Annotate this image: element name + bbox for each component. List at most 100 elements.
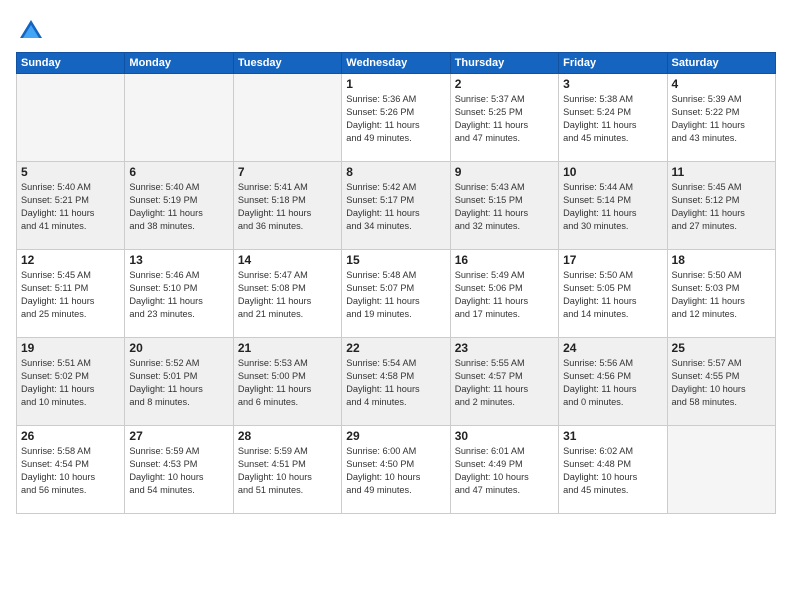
day-info: Sunrise: 5:36 AMSunset: 5:26 PMDaylight:… bbox=[346, 93, 445, 145]
day-number: 3 bbox=[563, 77, 662, 91]
day-number: 21 bbox=[238, 341, 337, 355]
day-number: 6 bbox=[129, 165, 228, 179]
calendar-week-1: 1 Sunrise: 5:36 AMSunset: 5:26 PMDaylight… bbox=[17, 74, 776, 162]
calendar-cell: 27 Sunrise: 5:59 AMSunset: 4:53 PMDayligh… bbox=[125, 426, 233, 514]
calendar-cell: 8Sunrise: 5:42 AMSunset: 5:17 PMDaylight… bbox=[342, 162, 450, 250]
day-info: Sunrise: 5:57 AMSunset: 4:55 PMDaylight:… bbox=[672, 357, 771, 409]
logo bbox=[16, 16, 50, 46]
calendar-cell: 24 Sunrise: 5:56 AMSunset: 4:56 PMDayligh… bbox=[559, 338, 667, 426]
calendar-cell: 25 Sunrise: 5:57 AMSunset: 4:55 PMDayligh… bbox=[667, 338, 775, 426]
calendar-cell: 31Sunrise: 6:02 AMSunset: 4:48 PMDayligh… bbox=[559, 426, 667, 514]
day-info: Sunrise: 5:55 AMSunset: 4:57 PMDaylight:… bbox=[455, 357, 554, 409]
day-number: 27 bbox=[129, 429, 228, 443]
day-number: 2 bbox=[455, 77, 554, 91]
day-number: 5 bbox=[21, 165, 120, 179]
day-info: Sunrise: 5:40 AMSunset: 5:19 PMDaylight:… bbox=[129, 181, 228, 233]
calendar-cell: 12Sunrise: 5:45 AMSunset: 5:11 PMDayligh… bbox=[17, 250, 125, 338]
calendar-week-5: 26 Sunrise: 5:58 AMSunset: 4:54 PMDayligh… bbox=[17, 426, 776, 514]
calendar-cell: 20Sunrise: 5:52 AMSunset: 5:01 PMDayligh… bbox=[125, 338, 233, 426]
calendar-cell: 6 Sunrise: 5:40 AMSunset: 5:19 PMDaylight… bbox=[125, 162, 233, 250]
calendar-cell bbox=[667, 426, 775, 514]
day-info: Sunrise: 5:45 AMSunset: 5:12 PMDaylight:… bbox=[672, 181, 771, 233]
calendar-cell: 18 Sunrise: 5:50 AMSunset: 5:03 PMDayligh… bbox=[667, 250, 775, 338]
calendar-cell bbox=[17, 74, 125, 162]
calendar-cell: 3 Sunrise: 5:38 AMSunset: 5:24 PMDaylight… bbox=[559, 74, 667, 162]
calendar-cell: 15 Sunrise: 5:48 AMSunset: 5:07 PMDayligh… bbox=[342, 250, 450, 338]
calendar-cell: 2 Sunrise: 5:37 AMSunset: 5:25 PMDaylight… bbox=[450, 74, 558, 162]
calendar-cell: 16 Sunrise: 5:49 AMSunset: 5:06 PMDayligh… bbox=[450, 250, 558, 338]
calendar-header-saturday: Saturday bbox=[667, 53, 775, 74]
calendar-header-sunday: Sunday bbox=[17, 53, 125, 74]
calendar-cell: 10 Sunrise: 5:44 AMSunset: 5:14 PMDayligh… bbox=[559, 162, 667, 250]
day-info: Sunrise: 5:37 AMSunset: 5:25 PMDaylight:… bbox=[455, 93, 554, 145]
calendar-header-friday: Friday bbox=[559, 53, 667, 74]
calendar-cell: 22 Sunrise: 5:54 AMSunset: 4:58 PMDayligh… bbox=[342, 338, 450, 426]
calendar-header-row: SundayMondayTuesdayWednesdayThursdayFrid… bbox=[17, 53, 776, 74]
day-info: Sunrise: 5:56 AMSunset: 4:56 PMDaylight:… bbox=[563, 357, 662, 409]
day-info: Sunrise: 5:46 AMSunset: 5:10 PMDaylight:… bbox=[129, 269, 228, 321]
calendar-cell: 13 Sunrise: 5:46 AMSunset: 5:10 PMDayligh… bbox=[125, 250, 233, 338]
day-info: Sunrise: 5:45 AMSunset: 5:11 PMDaylight:… bbox=[21, 269, 120, 321]
calendar-cell: 4 Sunrise: 5:39 AMSunset: 5:22 PMDaylight… bbox=[667, 74, 775, 162]
day-number: 15 bbox=[346, 253, 445, 267]
day-info: Sunrise: 6:01 AMSunset: 4:49 PMDaylight:… bbox=[455, 445, 554, 497]
day-number: 19 bbox=[21, 341, 120, 355]
calendar-week-2: 5 Sunrise: 5:40 AMSunset: 5:21 PMDaylight… bbox=[17, 162, 776, 250]
day-number: 17 bbox=[563, 253, 662, 267]
calendar-cell: 30 Sunrise: 6:01 AMSunset: 4:49 PMDayligh… bbox=[450, 426, 558, 514]
calendar-cell: 28Sunrise: 5:59 AMSunset: 4:51 PMDayligh… bbox=[233, 426, 341, 514]
day-info: Sunrise: 5:41 AMSunset: 5:18 PMDaylight:… bbox=[238, 181, 337, 233]
day-number: 22 bbox=[346, 341, 445, 355]
calendar-cell: 9 Sunrise: 5:43 AMSunset: 5:15 PMDaylight… bbox=[450, 162, 558, 250]
calendar-cell: 21Sunrise: 5:53 AMSunset: 5:00 PMDayligh… bbox=[233, 338, 341, 426]
page-container: SundayMondayTuesdayWednesdayThursdayFrid… bbox=[0, 0, 792, 612]
calendar-cell: 19Sunrise: 5:51 AMSunset: 5:02 PMDayligh… bbox=[17, 338, 125, 426]
day-info: Sunrise: 5:39 AMSunset: 5:22 PMDaylight:… bbox=[672, 93, 771, 145]
day-number: 14 bbox=[238, 253, 337, 267]
day-info: Sunrise: 5:43 AMSunset: 5:15 PMDaylight:… bbox=[455, 181, 554, 233]
day-number: 28 bbox=[238, 429, 337, 443]
day-number: 26 bbox=[21, 429, 120, 443]
calendar-header-wednesday: Wednesday bbox=[342, 53, 450, 74]
day-number: 16 bbox=[455, 253, 554, 267]
calendar-cell bbox=[233, 74, 341, 162]
day-number: 11 bbox=[672, 165, 771, 179]
calendar-cell: 11 Sunrise: 5:45 AMSunset: 5:12 PMDayligh… bbox=[667, 162, 775, 250]
day-number: 25 bbox=[672, 341, 771, 355]
day-info: Sunrise: 5:54 AMSunset: 4:58 PMDaylight:… bbox=[346, 357, 445, 409]
header bbox=[16, 16, 776, 46]
day-info: Sunrise: 5:59 AMSunset: 4:53 PMDaylight:… bbox=[129, 445, 228, 497]
day-number: 9 bbox=[455, 165, 554, 179]
day-info: Sunrise: 5:38 AMSunset: 5:24 PMDaylight:… bbox=[563, 93, 662, 145]
calendar-week-4: 19Sunrise: 5:51 AMSunset: 5:02 PMDayligh… bbox=[17, 338, 776, 426]
calendar: SundayMondayTuesdayWednesdayThursdayFrid… bbox=[16, 52, 776, 514]
calendar-cell bbox=[125, 74, 233, 162]
day-info: Sunrise: 5:58 AMSunset: 4:54 PMDaylight:… bbox=[21, 445, 120, 497]
calendar-cell: 29Sunrise: 6:00 AMSunset: 4:50 PMDayligh… bbox=[342, 426, 450, 514]
day-info: Sunrise: 5:50 AMSunset: 5:03 PMDaylight:… bbox=[672, 269, 771, 321]
day-number: 30 bbox=[455, 429, 554, 443]
day-info: Sunrise: 5:44 AMSunset: 5:14 PMDaylight:… bbox=[563, 181, 662, 233]
calendar-header-tuesday: Tuesday bbox=[233, 53, 341, 74]
day-info: Sunrise: 5:50 AMSunset: 5:05 PMDaylight:… bbox=[563, 269, 662, 321]
logo-icon bbox=[16, 16, 46, 46]
calendar-header-monday: Monday bbox=[125, 53, 233, 74]
day-number: 4 bbox=[672, 77, 771, 91]
day-info: Sunrise: 5:49 AMSunset: 5:06 PMDaylight:… bbox=[455, 269, 554, 321]
day-number: 23 bbox=[455, 341, 554, 355]
day-number: 24 bbox=[563, 341, 662, 355]
day-number: 10 bbox=[563, 165, 662, 179]
day-number: 20 bbox=[129, 341, 228, 355]
day-info: Sunrise: 5:47 AMSunset: 5:08 PMDaylight:… bbox=[238, 269, 337, 321]
day-info: Sunrise: 5:48 AMSunset: 5:07 PMDaylight:… bbox=[346, 269, 445, 321]
day-number: 18 bbox=[672, 253, 771, 267]
day-number: 1 bbox=[346, 77, 445, 91]
calendar-cell: 17 Sunrise: 5:50 AMSunset: 5:05 PMDayligh… bbox=[559, 250, 667, 338]
day-info: Sunrise: 6:00 AMSunset: 4:50 PMDaylight:… bbox=[346, 445, 445, 497]
day-number: 13 bbox=[129, 253, 228, 267]
day-number: 31 bbox=[563, 429, 662, 443]
day-info: Sunrise: 5:40 AMSunset: 5:21 PMDaylight:… bbox=[21, 181, 120, 233]
calendar-cell: 26 Sunrise: 5:58 AMSunset: 4:54 PMDayligh… bbox=[17, 426, 125, 514]
calendar-cell: 1 Sunrise: 5:36 AMSunset: 5:26 PMDaylight… bbox=[342, 74, 450, 162]
calendar-cell: 14 Sunrise: 5:47 AMSunset: 5:08 PMDayligh… bbox=[233, 250, 341, 338]
